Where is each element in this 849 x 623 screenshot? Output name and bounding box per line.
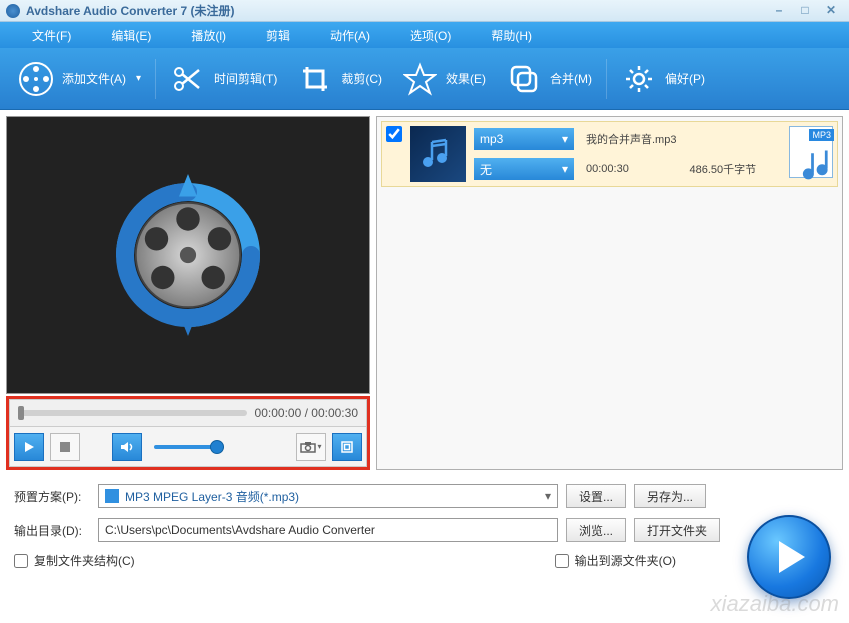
film-reel-icon bbox=[18, 61, 54, 97]
timeline-row: 00:00:00 / 00:00:30 bbox=[9, 399, 367, 427]
main-area: 00:00:00 / 00:00:30 ▾ bbox=[0, 110, 849, 476]
trim-button[interactable]: 时间剪辑(T) bbox=[160, 61, 287, 97]
file-list-panel: mp3▾ 我的合并声音.mp3 无▾ 00:00:30 486.50千字节 MP… bbox=[376, 116, 843, 470]
add-file-button[interactable]: 添加文件(A) ▾ bbox=[8, 61, 151, 97]
preferences-button[interactable]: 偏好(P) bbox=[611, 61, 715, 97]
scissors-icon bbox=[170, 61, 206, 97]
toolbar: 添加文件(A) ▾ 时间剪辑(T) 裁剪(C) 效果(E) 合并(M) 偏好(P… bbox=[0, 48, 849, 110]
menu-file[interactable]: 文件(F) bbox=[12, 27, 91, 44]
preview-video bbox=[6, 116, 370, 394]
copy-structure-checkbox[interactable]: 复制文件夹结构(C) bbox=[14, 552, 135, 569]
stop-button[interactable] bbox=[50, 433, 80, 461]
minimize-button[interactable]: – bbox=[767, 3, 791, 19]
menu-options[interactable]: 选项(O) bbox=[390, 27, 471, 44]
play-button[interactable] bbox=[14, 433, 44, 461]
browse-button[interactable]: 浏览... bbox=[566, 518, 626, 542]
output-to-source-checkbox[interactable]: 输出到源文件夹(O) bbox=[555, 552, 676, 569]
merge-button[interactable]: 合并(M) bbox=[496, 61, 602, 97]
app-icon bbox=[6, 4, 20, 18]
crop-icon bbox=[297, 61, 333, 97]
menu-help[interactable]: 帮助(H) bbox=[471, 27, 552, 44]
save-as-button[interactable]: 另存为... bbox=[634, 484, 706, 508]
convert-button[interactable] bbox=[747, 515, 831, 599]
highlighted-controls: 00:00:00 / 00:00:30 ▾ bbox=[6, 396, 370, 470]
output-label: 输出目录(D): bbox=[14, 522, 90, 539]
open-folder-button[interactable]: 打开文件夹 bbox=[634, 518, 720, 542]
add-file-label: 添加文件(A) bbox=[62, 70, 126, 87]
file-type-icon: MP3 bbox=[789, 126, 833, 178]
checkbox-row: 复制文件夹结构(C) 输出到源文件夹(O) bbox=[14, 552, 835, 569]
chevron-down-icon: ▾ bbox=[545, 489, 551, 503]
file-thumbnail bbox=[410, 126, 466, 182]
file-name: 我的合并声音.mp3 bbox=[586, 131, 781, 147]
close-button[interactable]: ✕ bbox=[819, 3, 843, 19]
source-dropdown[interactable]: 无▾ bbox=[474, 158, 574, 180]
menu-edit[interactable]: 编辑(E) bbox=[91, 27, 171, 44]
trim-label: 时间剪辑(T) bbox=[214, 70, 277, 87]
menu-trim[interactable]: 剪辑 bbox=[246, 27, 310, 44]
volume-button[interactable] bbox=[112, 433, 142, 461]
output-row: 输出目录(D): 浏览... 打开文件夹 bbox=[14, 518, 835, 542]
output-path-input[interactable] bbox=[98, 518, 558, 542]
player-controls: ▾ bbox=[9, 427, 367, 467]
menu-play[interactable]: 播放(l) bbox=[171, 27, 246, 44]
crop-label: 裁剪(C) bbox=[341, 70, 382, 87]
profile-label: 预置方案(P): bbox=[14, 488, 90, 505]
fullscreen-button[interactable] bbox=[332, 433, 362, 461]
bottom-settings: 预置方案(P): MP3 MPEG Layer-3 音频(*.mp3) ▾ 设置… bbox=[0, 476, 849, 577]
dropdown-icon: ▾ bbox=[136, 73, 141, 84]
maximize-button[interactable]: □ bbox=[793, 3, 817, 19]
audio-format-icon bbox=[105, 489, 119, 503]
timeline-slider[interactable] bbox=[18, 410, 247, 416]
file-type-badge: MP3 bbox=[809, 129, 834, 141]
format-dropdown[interactable]: mp3▾ bbox=[474, 128, 574, 150]
titlebar: Avdshare Audio Converter 7 (未注册) – □ ✕ bbox=[0, 0, 849, 22]
file-details: mp3▾ 我的合并声音.mp3 无▾ 00:00:30 486.50千字节 bbox=[474, 126, 781, 182]
merge-label: 合并(M) bbox=[550, 70, 592, 87]
film-reel-logo bbox=[98, 165, 278, 345]
crop-button[interactable]: 裁剪(C) bbox=[287, 61, 392, 97]
effect-label: 效果(E) bbox=[446, 70, 486, 87]
profile-dropdown[interactable]: MP3 MPEG Layer-3 音频(*.mp3) ▾ bbox=[98, 484, 558, 508]
preferences-label: 偏好(P) bbox=[665, 70, 705, 87]
profile-row: 预置方案(P): MP3 MPEG Layer-3 音频(*.mp3) ▾ 设置… bbox=[14, 484, 835, 508]
volume-slider[interactable] bbox=[154, 445, 224, 449]
preview-panel: 00:00:00 / 00:00:30 ▾ bbox=[6, 116, 370, 470]
star-icon bbox=[402, 61, 438, 97]
file-item[interactable]: mp3▾ 我的合并声音.mp3 无▾ 00:00:30 486.50千字节 MP… bbox=[381, 121, 838, 187]
gear-icon bbox=[621, 61, 657, 97]
time-display: 00:00:00 / 00:00:30 bbox=[255, 406, 358, 420]
settings-button[interactable]: 设置... bbox=[566, 484, 626, 508]
separator bbox=[155, 59, 156, 99]
file-size: 486.50千字节 bbox=[690, 161, 782, 177]
profile-value: MP3 MPEG Layer-3 音频(*.mp3) bbox=[125, 488, 299, 505]
menubar: 文件(F) 编辑(E) 播放(l) 剪辑 动作(A) 选项(O) 帮助(H) bbox=[0, 22, 849, 48]
merge-icon bbox=[506, 61, 542, 97]
effect-button[interactable]: 效果(E) bbox=[392, 61, 496, 97]
snapshot-button[interactable]: ▾ bbox=[296, 433, 326, 461]
separator bbox=[606, 59, 607, 99]
window-title: Avdshare Audio Converter 7 (未注册) bbox=[26, 2, 765, 19]
menu-action[interactable]: 动作(A) bbox=[310, 27, 390, 44]
file-duration: 00:00:30 bbox=[586, 163, 678, 175]
file-checkbox[interactable] bbox=[386, 126, 402, 142]
